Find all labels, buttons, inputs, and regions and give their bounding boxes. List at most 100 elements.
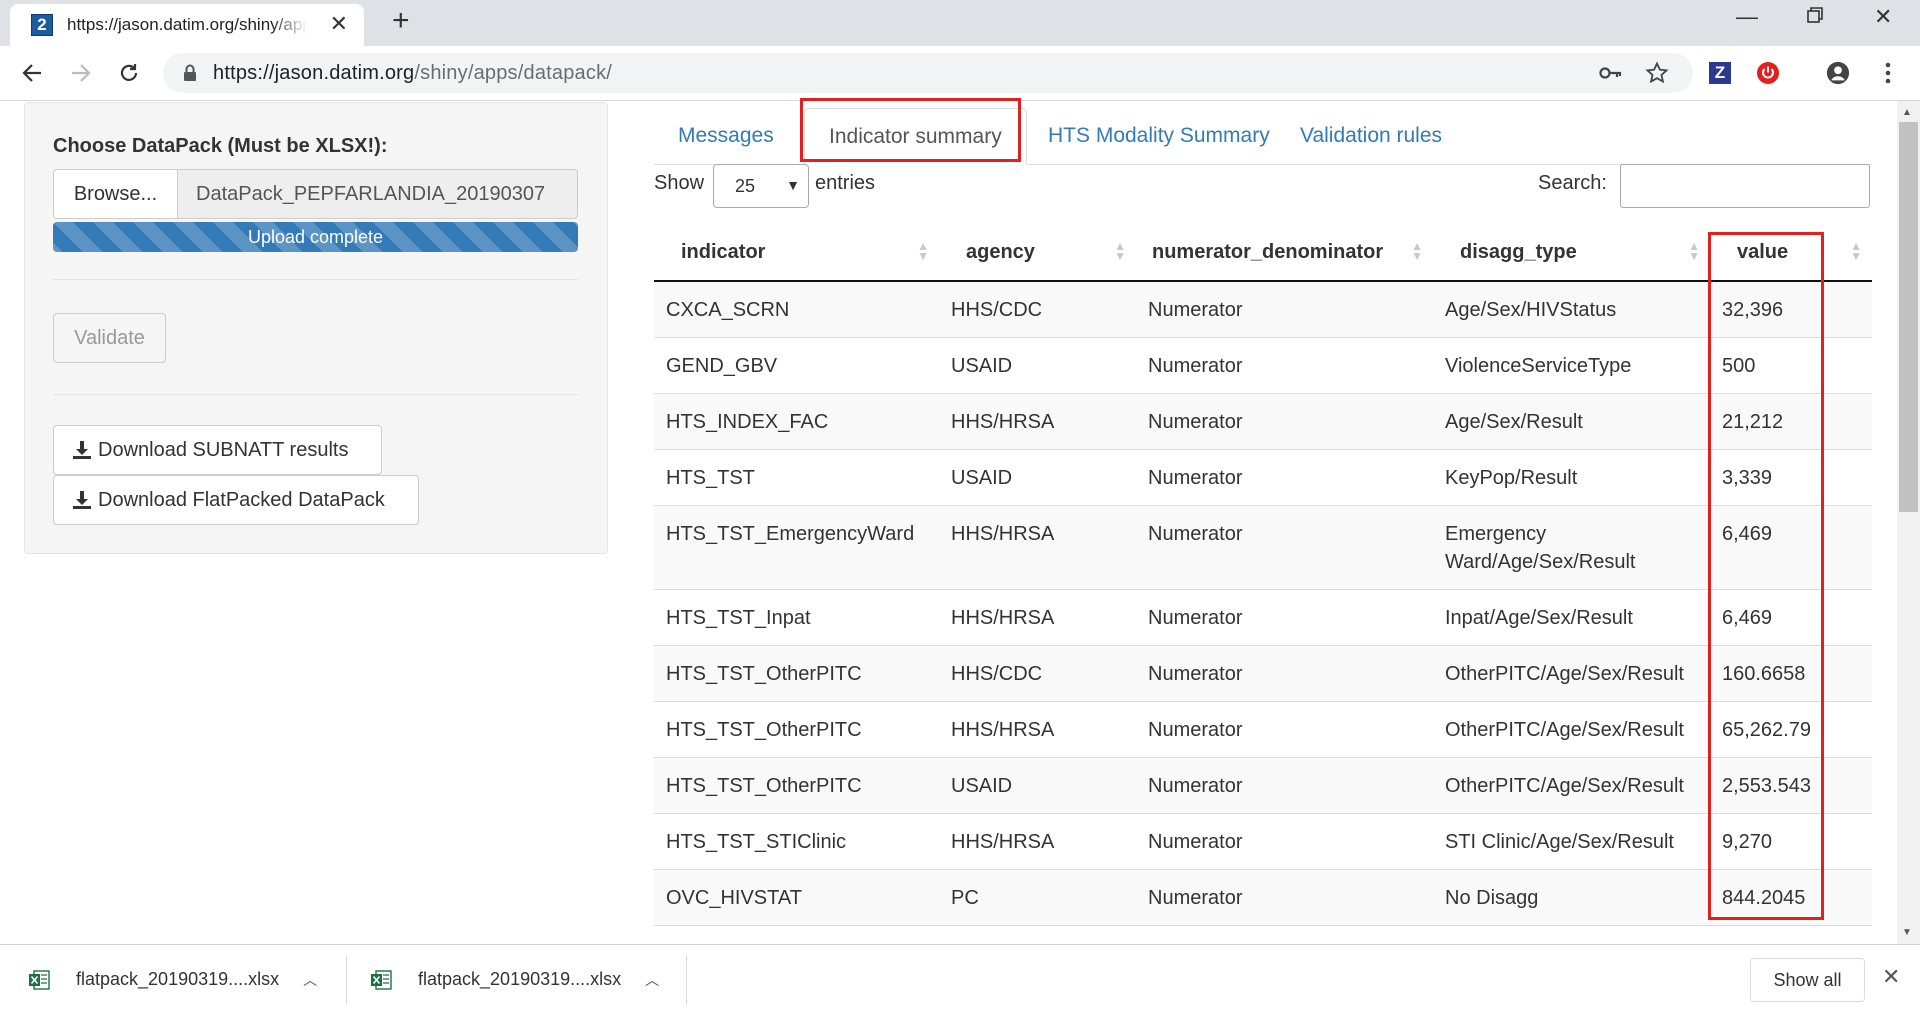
scroll-down-icon[interactable]: ▼ — [1902, 927, 1912, 938]
excel-file-icon — [28, 969, 50, 991]
selected-file-name: DataPack_PEPFARLANDIA_20190307 — [178, 169, 578, 219]
table-cell-numerator-denominator: Numerator — [1136, 449, 1433, 506]
scroll-up-icon[interactable]: ▲ — [1902, 107, 1912, 118]
table-cell-agency: HHS/CDC — [939, 645, 1136, 702]
browser-toolbar: https://jason.datim.org/shiny/apps/datap… — [0, 46, 1920, 101]
browser-tabstrip: 2 https://jason.datim.org/shiny/apps/dat… — [0, 0, 1920, 46]
url-text: https://jason.datim.org/shiny/apps/datap… — [213, 62, 612, 85]
chevron-up-icon[interactable]: ︿ — [645, 970, 659, 990]
reload-icon[interactable] — [114, 58, 144, 88]
table-cell-disagg-type: No Disagg — [1433, 869, 1710, 926]
download-item[interactable]: flatpack_20190319....xlsx ︿ — [28, 945, 317, 1014]
download-subnatt-button[interactable]: Download SUBNATT results — [53, 425, 382, 475]
table-cell-agency: USAID — [939, 757, 1136, 814]
table-cell-indicator: HTS_TST_STIClinic — [654, 813, 939, 870]
table-cell-agency: USAID — [939, 449, 1136, 506]
table-cell-disagg-type: Age/Sex/Result — [1433, 393, 1710, 450]
table-cell-indicator: HTS_TST_OtherPITC — [654, 645, 939, 702]
search-input[interactable] — [1620, 164, 1870, 208]
page-length-value: 25 — [735, 175, 756, 196]
file-input-label: Choose DataPack (Must be XLSX!): — [53, 135, 388, 157]
page-length-select[interactable]: 25 ▼ — [713, 164, 809, 208]
close-shelf-icon[interactable]: ✕ — [1882, 966, 1900, 988]
table-row: CXCA_SCRN HHS/CDC Numerator Age/Sex/HIVStat… — [654, 280, 1872, 338]
download-file-name: flatpack_20190319....xlsx — [418, 969, 622, 989]
divider — [686, 955, 687, 1005]
sort-icon: ▲ ▼ — [1411, 239, 1423, 263]
table-cell-agency: HHS/HRSA — [939, 813, 1136, 870]
tab-hts-modality-summary[interactable]: HTS Modality Summary — [1024, 108, 1294, 164]
column-header-numerator-denominator[interactable]: numerator_denominator ▲ ▼ — [1136, 224, 1433, 282]
table-cell-indicator: HTS_TST_OtherPITC — [654, 701, 939, 758]
address-bar[interactable]: https://jason.datim.org/shiny/apps/datap… — [163, 53, 1693, 93]
browser-menu-icon[interactable] — [1876, 61, 1900, 85]
power-extension-icon[interactable] — [1756, 61, 1780, 85]
table-cell-agency: HHS/HRSA — [939, 393, 1136, 450]
table-cell-numerator-denominator: Numerator — [1136, 589, 1433, 646]
table-row: HTS_TST_STIClinic HHS/HRSA Numerator STI Cl… — [654, 813, 1872, 870]
column-header-label: agency — [966, 240, 1035, 263]
download-icon — [72, 490, 92, 510]
table-cell-disagg-type: STI Clinic/Age/Sex/Result — [1433, 813, 1710, 870]
page-scrollbar[interactable]: ▲ ▼ — [1897, 101, 1920, 944]
excel-file-icon — [370, 969, 392, 991]
column-header-indicator[interactable]: indicator ▲ ▼ — [654, 224, 939, 282]
scrollbar-thumb[interactable] — [1899, 122, 1918, 512]
key-icon[interactable] — [1599, 63, 1623, 83]
table-cell-agency: HHS/CDC — [939, 280, 1136, 338]
download-icon — [72, 440, 92, 460]
download-item[interactable]: flatpack_20190319....xlsx ︿ — [370, 945, 659, 1014]
url-path: /shiny/apps/datapack/ — [414, 61, 613, 84]
table-cell-numerator-denominator: Numerator — [1136, 337, 1433, 394]
table-cell-numerator-denominator: Numerator — [1136, 393, 1433, 450]
table-cell-indicator: HTS_TST_OtherPITC — [654, 757, 939, 814]
sort-icon: ▲ ▼ — [1114, 239, 1126, 263]
table-cell-agency: USAID — [939, 337, 1136, 394]
url-host: https://jason.datim.org — [213, 61, 415, 84]
column-header-disagg-type[interactable]: disagg_type ▲ ▼ — [1433, 224, 1710, 282]
table-row: HTS_TST_OtherPITC USAID Numerator OtherPITC… — [654, 757, 1872, 814]
table-row: HTS_TST_Inpat HHS/HRSA Numerator Inpat/Age/… — [654, 589, 1872, 646]
table-cell-numerator-denominator: Numerator — [1136, 813, 1433, 870]
table-row: OVC_HIVSTAT PC Numerator No Disagg 844.2045 — [654, 869, 1872, 926]
forward-icon[interactable] — [66, 58, 96, 88]
table-cell-indicator: HTS_TST — [654, 449, 939, 506]
table-cell-numerator-denominator: Numerator — [1136, 869, 1433, 926]
close-window-icon[interactable]: ✕ — [1874, 4, 1892, 30]
column-header-label: disagg_type — [1460, 240, 1577, 263]
table-cell-value: 160.6658 — [1710, 645, 1872, 702]
column-header-agency[interactable]: agency ▲ ▼ — [939, 224, 1136, 282]
download-shelf: flatpack_20190319....xlsx ︿ flatpack_201… — [0, 944, 1920, 1014]
browser-tab[interactable]: 2 https://jason.datim.org/shiny/apps/dat… — [10, 4, 364, 46]
table-cell-value: 21,212 — [1710, 393, 1872, 450]
table-cell-value: 2,553.543 — [1710, 757, 1872, 814]
browse-button[interactable]: Browse... — [53, 169, 178, 219]
tab-close-icon[interactable]: ✕ — [330, 13, 348, 35]
tab-indicator-summary[interactable]: Indicator summary — [804, 108, 1027, 165]
zotero-extension-label: Z — [1709, 62, 1731, 84]
minimize-icon[interactable]: — — [1736, 4, 1758, 30]
table-cell-disagg-type: Inpat/Age/Sex/Result — [1433, 589, 1710, 646]
download-flatpack-label: Download FlatPacked DataPack — [98, 488, 385, 511]
validate-button[interactable]: Validate — [53, 313, 166, 363]
table-cell-numerator-denominator: Numerator — [1136, 505, 1433, 590]
zotero-extension-icon[interactable]: Z — [1708, 61, 1732, 85]
table-cell-numerator-denominator: Numerator — [1136, 280, 1433, 338]
table-cell-numerator-denominator: Numerator — [1136, 757, 1433, 814]
tab-validation-rules[interactable]: Validation rules — [1276, 108, 1466, 164]
bookmark-star-icon[interactable] — [1645, 61, 1669, 85]
sort-icon: ▲ ▼ — [1850, 239, 1862, 263]
chevron-up-icon[interactable]: ︿ — [303, 970, 317, 990]
download-flatpack-button[interactable]: Download FlatPacked DataPack — [53, 475, 419, 525]
table-cell-indicator: CXCA_SCRN — [654, 280, 939, 338]
column-header-label: numerator_denominator — [1152, 240, 1384, 263]
column-header-value[interactable]: value ▲ ▼ — [1710, 224, 1872, 282]
profile-avatar-icon[interactable] — [1826, 61, 1850, 85]
show-all-button[interactable]: Show all — [1750, 958, 1865, 1002]
table-cell-agency: HHS/HRSA — [939, 505, 1136, 590]
new-tab-icon[interactable]: + — [392, 6, 410, 36]
select-arrow-icon: ▼ — [786, 177, 800, 193]
restore-icon[interactable] — [1806, 4, 1824, 30]
back-icon[interactable] — [17, 58, 47, 88]
tab-messages[interactable]: Messages — [654, 108, 798, 164]
